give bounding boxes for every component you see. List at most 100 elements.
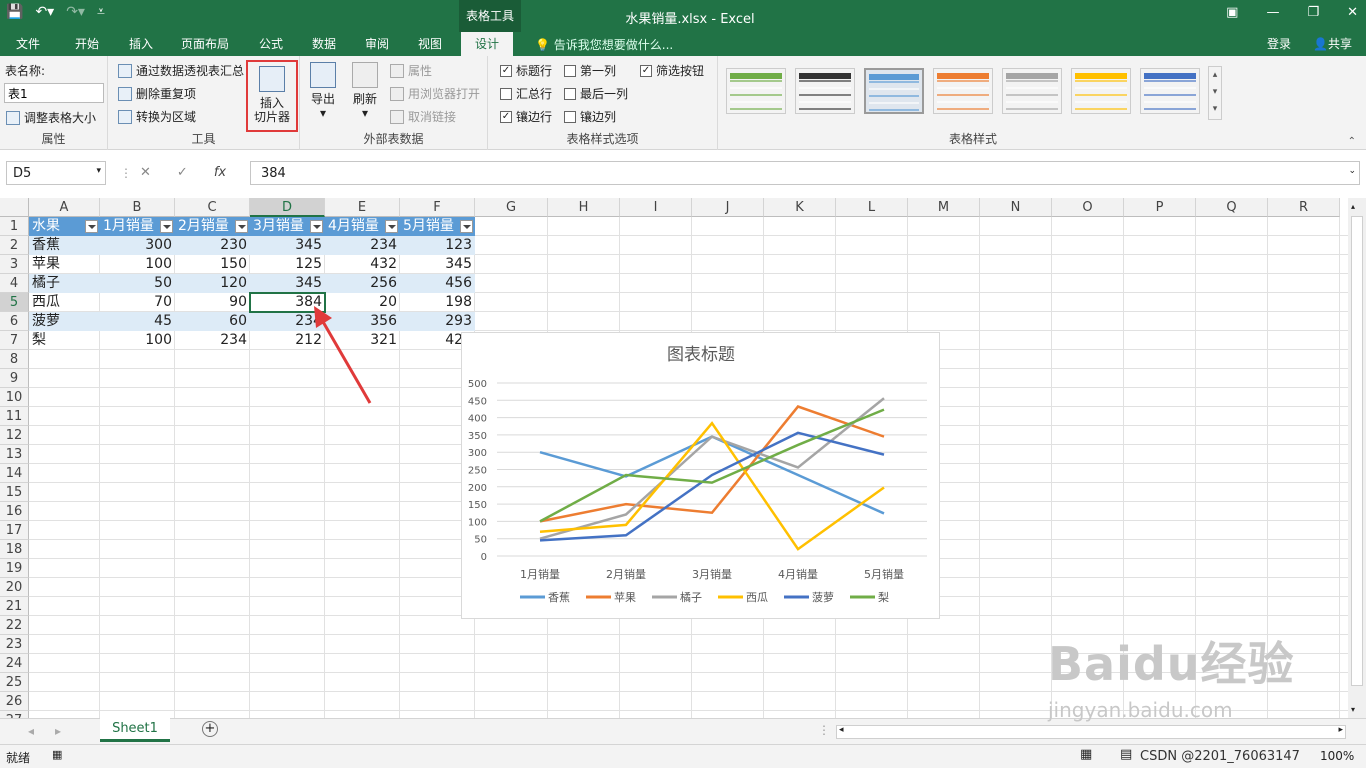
next-sheet-icon[interactable]: ▸ bbox=[55, 724, 61, 738]
tab-formulas[interactable]: 公式 bbox=[259, 35, 283, 52]
banded-columns-checkbox[interactable]: 镶边列 bbox=[564, 108, 616, 125]
tab-split-icon[interactable]: ⋮ bbox=[818, 723, 830, 737]
prev-sheet-icon[interactable]: ◂ bbox=[28, 724, 34, 738]
table-cell[interactable]: 456 bbox=[400, 274, 475, 293]
table-cell[interactable]: 香蕉 bbox=[29, 236, 100, 255]
scroll-right-icon[interactable]: ▸ bbox=[1338, 725, 1343, 735]
legend-label[interactable]: 梨 bbox=[878, 590, 889, 604]
tab-home[interactable]: 开始 bbox=[75, 35, 99, 52]
horizontal-scrollbar[interactable]: ◂ ▸ bbox=[836, 725, 1346, 739]
normal-view-icon[interactable]: ▦ bbox=[1080, 747, 1092, 762]
row-header-17[interactable]: 17 bbox=[0, 521, 29, 540]
restore-icon[interactable]: ❐ bbox=[1307, 5, 1319, 20]
properties-button[interactable]: 属性 bbox=[390, 62, 432, 79]
table-cell[interactable]: 50 bbox=[100, 274, 175, 293]
scroll-down-icon[interactable]: ▾ bbox=[1351, 705, 1355, 714]
filter-button-checkbox[interactable]: ✓ 筛选按钮 bbox=[640, 62, 704, 79]
row-header-10[interactable]: 10 bbox=[0, 388, 29, 407]
row-header-22[interactable]: 22 bbox=[0, 616, 29, 635]
table-cell[interactable]: 256 bbox=[325, 274, 400, 293]
name-box-dropdown-icon[interactable]: ▾ bbox=[96, 166, 101, 176]
table-cell[interactable]: 230 bbox=[175, 236, 250, 255]
scroll-left-icon[interactable]: ◂ bbox=[839, 725, 844, 735]
tab-insert[interactable]: 插入 bbox=[129, 35, 153, 52]
table-cell[interactable]: 70 bbox=[100, 293, 175, 312]
row-header-8[interactable]: 8 bbox=[0, 350, 29, 369]
table-cell[interactable]: 45 bbox=[100, 312, 175, 331]
zoom-level[interactable]: 100% bbox=[1320, 749, 1354, 763]
table-style-swatch[interactable] bbox=[1002, 68, 1062, 114]
banded-rows-checkbox[interactable]: ✓ 镶边行 bbox=[500, 108, 552, 125]
table-header-cell[interactable]: 3月销量 bbox=[250, 217, 325, 236]
row-header-9[interactable]: 9 bbox=[0, 369, 29, 388]
row-header-12[interactable]: 12 bbox=[0, 426, 29, 445]
table-cell[interactable]: 90 bbox=[175, 293, 250, 312]
macro-record-icon[interactable]: ▦ bbox=[52, 748, 62, 761]
page-layout-icon[interactable]: ▤ bbox=[1120, 747, 1132, 762]
row-header-23[interactable]: 23 bbox=[0, 635, 29, 654]
filter-dropdown-icon[interactable] bbox=[460, 220, 473, 233]
table-cell[interactable]: 345 bbox=[250, 274, 325, 293]
filter-dropdown-icon[interactable] bbox=[235, 220, 248, 233]
table-cell[interactable]: 橘子 bbox=[29, 274, 100, 293]
table-style-swatch[interactable] bbox=[864, 68, 924, 114]
column-header-e[interactable]: E bbox=[325, 198, 400, 217]
row-header-6[interactable]: 6 bbox=[0, 312, 29, 331]
row-header-3[interactable]: 3 bbox=[0, 255, 29, 274]
table-cell[interactable]: 345 bbox=[250, 236, 325, 255]
tab-data[interactable]: 数据 bbox=[312, 35, 336, 52]
column-header-n[interactable]: N bbox=[980, 198, 1052, 217]
table-header-cell[interactable]: 水果 bbox=[29, 217, 100, 236]
tab-review[interactable]: 审阅 bbox=[365, 35, 389, 52]
column-header-r[interactable]: R bbox=[1268, 198, 1340, 217]
table-cell[interactable]: 苹果 bbox=[29, 255, 100, 274]
row-header-16[interactable]: 16 bbox=[0, 502, 29, 521]
column-header-q[interactable]: Q bbox=[1196, 198, 1268, 217]
table-style-swatch[interactable] bbox=[933, 68, 993, 114]
table-cell[interactable]: 293 bbox=[400, 312, 475, 331]
name-box[interactable]: D5 ▾ bbox=[6, 161, 106, 185]
row-header-2[interactable]: 2 bbox=[0, 236, 29, 255]
cancel-icon[interactable]: ✕ bbox=[140, 165, 151, 180]
column-header-k[interactable]: K bbox=[764, 198, 836, 217]
column-header-o[interactable]: O bbox=[1052, 198, 1124, 217]
column-header-i[interactable]: I bbox=[620, 198, 692, 217]
table-style-swatch[interactable] bbox=[795, 68, 855, 114]
table-cell[interactable]: 432 bbox=[325, 255, 400, 274]
last-column-checkbox[interactable]: 最后一列 bbox=[564, 85, 628, 102]
tab-file[interactable]: 文件 bbox=[16, 35, 40, 52]
column-header-c[interactable]: C bbox=[175, 198, 250, 217]
column-header-m[interactable]: M bbox=[908, 198, 980, 217]
column-header-l[interactable]: L bbox=[836, 198, 908, 217]
column-header-f[interactable]: F bbox=[400, 198, 475, 217]
table-cell[interactable]: 234 bbox=[175, 331, 250, 350]
table-cell[interactable]: 198 bbox=[400, 293, 475, 312]
pivot-summary-button[interactable]: 通过数据透视表汇总 bbox=[118, 62, 244, 79]
row-header-26[interactable]: 26 bbox=[0, 692, 29, 711]
expand-formula-icon[interactable]: ⌄ bbox=[1348, 166, 1356, 176]
table-cell[interactable]: 125 bbox=[250, 255, 325, 274]
insert-slicer-button[interactable]: 插入 切片器 bbox=[246, 60, 298, 132]
legend-label[interactable]: 菠萝 bbox=[812, 591, 834, 604]
tab-design[interactable]: 设计 bbox=[461, 32, 514, 56]
convert-to-range-button[interactable]: 转换为区域 bbox=[118, 108, 196, 125]
row-header-1[interactable]: 1 bbox=[0, 217, 29, 236]
table-header-cell[interactable]: 4月销量 bbox=[325, 217, 400, 236]
tab-view[interactable]: 视图 bbox=[418, 35, 442, 52]
table-cell[interactable]: 菠萝 bbox=[29, 312, 100, 331]
column-header-d[interactable]: D bbox=[250, 198, 325, 217]
row-header-5[interactable]: 5 bbox=[0, 293, 29, 312]
table-header-cell[interactable]: 2月销量 bbox=[175, 217, 250, 236]
table-cell[interactable]: 345 bbox=[400, 255, 475, 274]
customize-qat-icon[interactable]: ⩡ bbox=[97, 4, 105, 20]
table-cell[interactable]: 100 bbox=[100, 255, 175, 274]
row-header-27[interactable]: 27 bbox=[0, 711, 29, 718]
row-header-20[interactable]: 20 bbox=[0, 578, 29, 597]
gallery-scroll[interactable]: ▴ ▾ ▾ bbox=[1208, 66, 1222, 120]
row-header-18[interactable]: 18 bbox=[0, 540, 29, 559]
legend-label[interactable]: 西瓜 bbox=[746, 591, 768, 604]
total-row-checkbox[interactable]: 汇总行 bbox=[500, 85, 552, 102]
column-header-b[interactable]: B bbox=[100, 198, 175, 217]
resize-table-button[interactable]: 调整表格大小 bbox=[6, 109, 96, 126]
row-header-15[interactable]: 15 bbox=[0, 483, 29, 502]
